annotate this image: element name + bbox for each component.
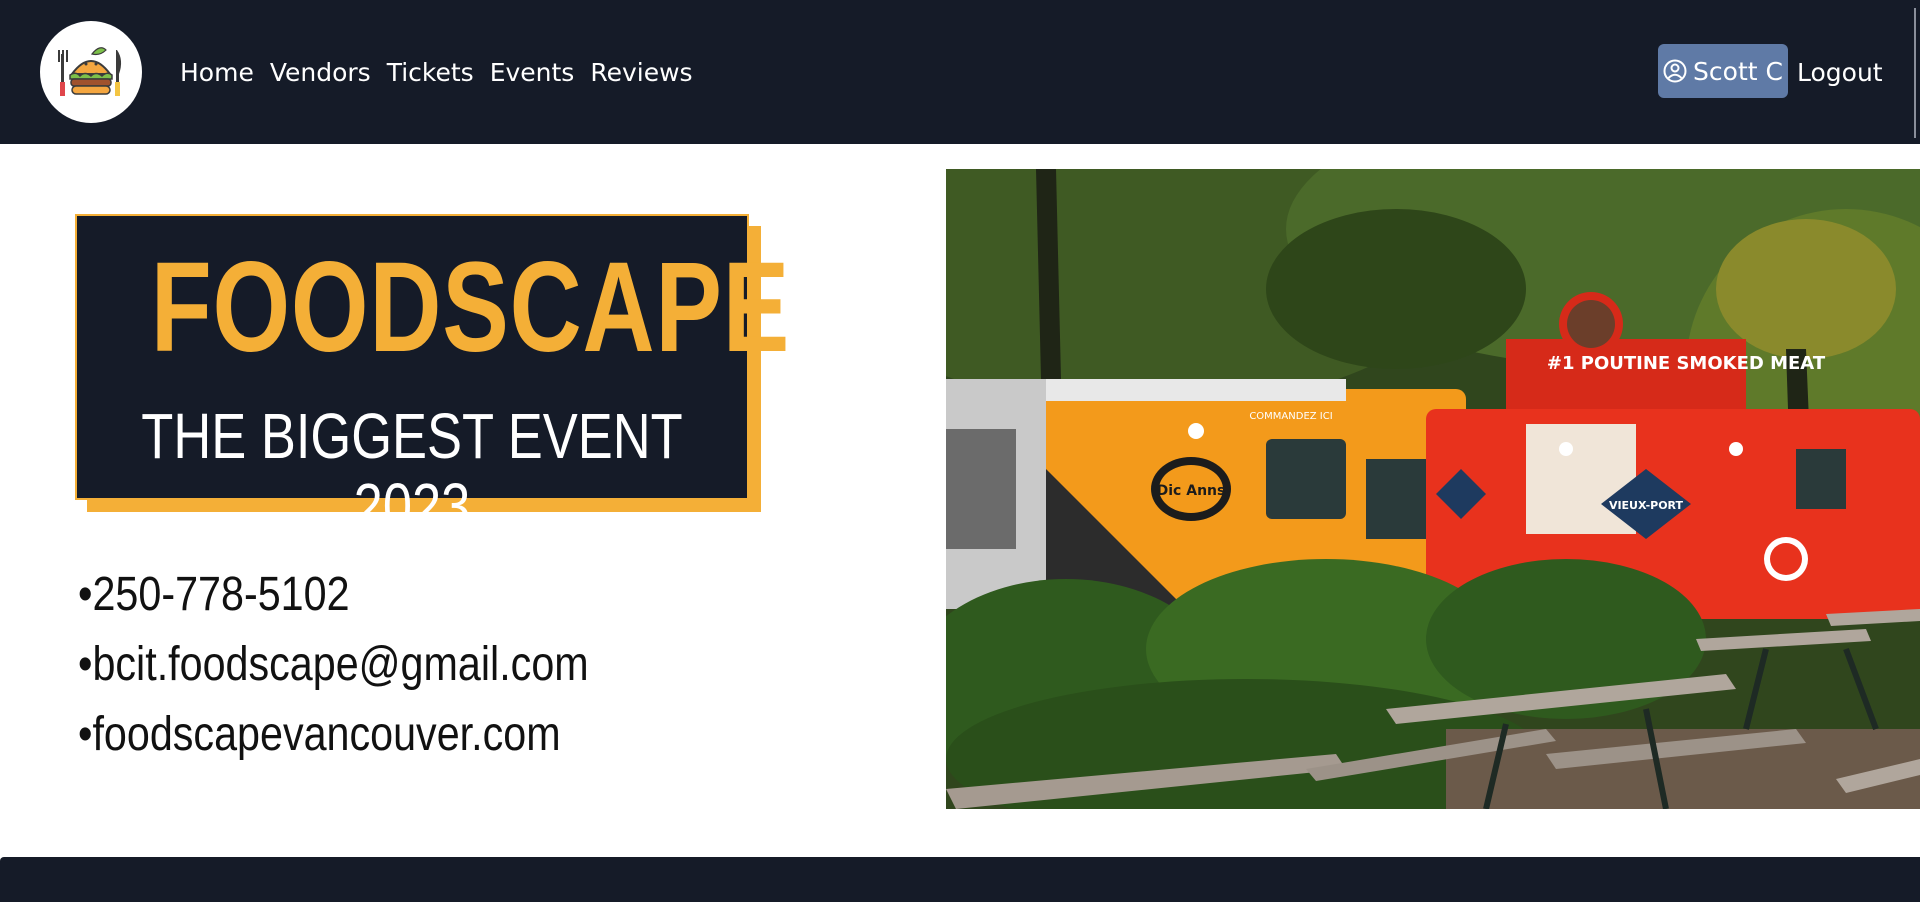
user-circle-icon xyxy=(1663,59,1687,83)
food-trucks-image: Dic Anns COMMANDEZ ICI #1 POUTINE SMOKED… xyxy=(946,169,1920,809)
user-name: Scott C xyxy=(1693,56,1783,86)
nav-link-vendors[interactable]: Vendors xyxy=(270,56,371,90)
scrollbar[interactable] xyxy=(1914,8,1916,138)
orange-truck-brand: Dic Anns xyxy=(1157,483,1226,499)
red-truck-sign: #1 POUTINE SMOKED MEAT xyxy=(1547,353,1826,374)
nav-link-home[interactable]: Home xyxy=(180,56,254,90)
orange-truck-sign: COMMANDEZ ICI xyxy=(1249,411,1332,422)
navbar: Home Vendors Tickets Events Reviews Scot… xyxy=(0,0,1920,144)
nav-link-reviews[interactable]: Reviews xyxy=(590,56,692,90)
red-truck-brand: VIEUX-PORT xyxy=(1609,499,1684,512)
contact-phone: •250-778-5102 xyxy=(78,568,350,621)
site-logo[interactable] xyxy=(40,21,142,123)
footer xyxy=(0,857,1920,902)
hero-banner: FOODSCAPE THE BIGGEST EVENT 2023 xyxy=(75,214,791,541)
burger-logo-icon xyxy=(58,47,122,96)
food-trucks-photo: Dic Anns COMMANDEZ ICI #1 POUTINE SMOKED… xyxy=(946,169,1920,809)
logout-link[interactable]: Logout xyxy=(1797,56,1883,90)
contact-list: •250-778-5102 •bcit.foodscape@gmail.com … xyxy=(78,560,672,770)
contact-website: •foodscapevancouver.com xyxy=(78,708,561,761)
user-profile-button[interactable]: Scott C xyxy=(1658,44,1788,98)
nav-link-tickets[interactable]: Tickets xyxy=(387,56,474,90)
hero-title: FOODSCAPE xyxy=(150,236,791,379)
hero-subtitle: THE BIGGEST EVENT 2023 xyxy=(141,400,683,542)
contact-email: •bcit.foodscape@gmail.com xyxy=(78,638,589,691)
nav-links: Home Vendors Tickets Events Reviews xyxy=(180,56,693,90)
nav-link-events[interactable]: Events xyxy=(490,56,575,90)
